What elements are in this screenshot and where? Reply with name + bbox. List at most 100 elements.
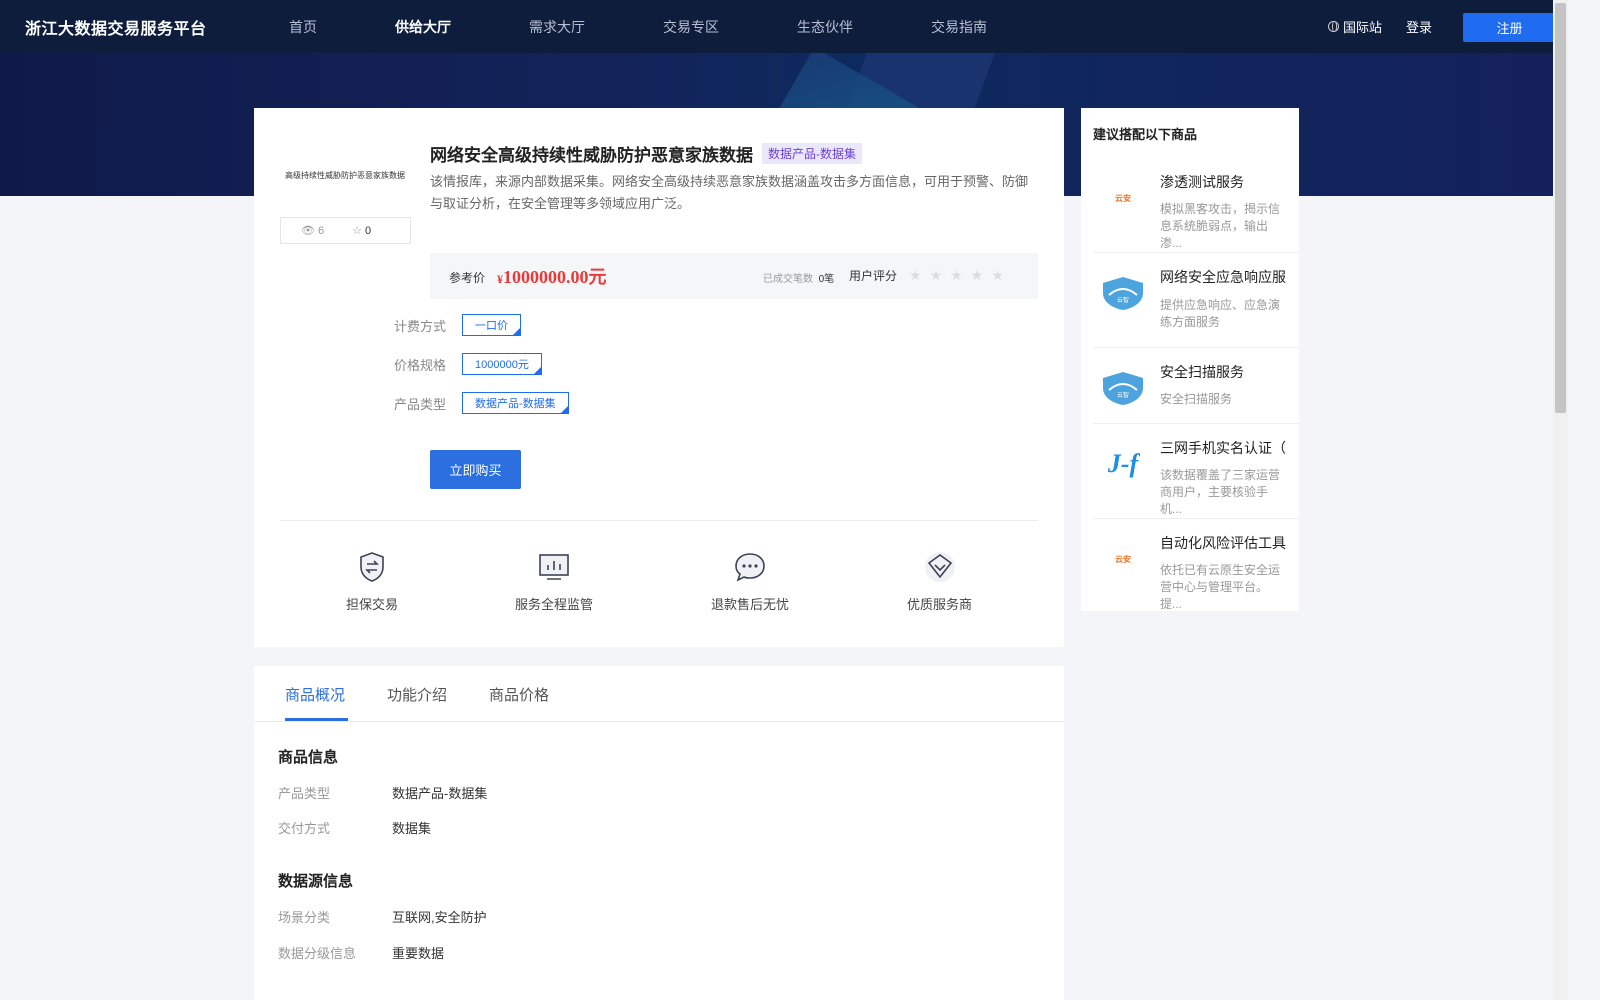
feature-label: 担保交易 bbox=[346, 597, 399, 612]
recommended-item[interactable]: 云智 网络安全应急响应服 提供应急响应、应急演练方面服务 bbox=[1093, 253, 1299, 348]
page-scrollbar[interactable] bbox=[1553, 0, 1568, 1000]
price-spec-row: 价格规格 1000000元 bbox=[394, 353, 542, 375]
product-title: 网络安全高级持续性威胁防护恶意家族数据 数据产品-数据集 bbox=[430, 141, 862, 166]
nav-demand-hall[interactable]: 需求大厅 bbox=[529, 17, 585, 37]
register-button[interactable]: 注册 bbox=[1463, 13, 1556, 42]
product-type-label: 产品类型 bbox=[394, 396, 447, 412]
diamond-badge-icon bbox=[923, 550, 957, 584]
price-spec-label: 价格规格 bbox=[394, 357, 447, 373]
nav-supply-hall[interactable]: 供给大厅 bbox=[395, 17, 451, 37]
recommended-item[interactable]: 云智 安全扫描服务 安全扫描服务 bbox=[1093, 348, 1299, 424]
chat-bubble-icon bbox=[733, 550, 767, 584]
recommended-title: 建议搭配以下商品 bbox=[1093, 127, 1198, 142]
recommended-item-name[interactable]: 网络安全应急响应服 bbox=[1160, 268, 1290, 286]
recommended-item[interactable]: J-f 三网手机实名认证（ 该数据覆盖了三家运营商用户，主要核验手机... bbox=[1093, 424, 1299, 519]
deal-count-label: 已成交笔数 bbox=[763, 274, 813, 285]
recommended-item-name[interactable]: 渗透测试服务 bbox=[1160, 173, 1290, 191]
vendor-logo: 云智 bbox=[1097, 368, 1149, 408]
divider bbox=[280, 520, 1038, 521]
globe-icon bbox=[1328, 21, 1339, 32]
billing-method-label: 计费方式 bbox=[394, 318, 447, 334]
svg-text:云智: 云智 bbox=[1117, 391, 1129, 399]
tab-pricing[interactable]: 商品价格 bbox=[489, 684, 549, 705]
info-value: 互联网,安全防护 bbox=[392, 910, 487, 925]
recommended-item-desc: 模拟黑客攻击，揭示信息系统脆弱点，输出渗... bbox=[1160, 202, 1281, 250]
scrollbar-thumb[interactable] bbox=[1555, 3, 1566, 413]
view-count: 6 bbox=[317, 224, 325, 237]
info-key: 场景分类 bbox=[278, 910, 331, 925]
monitor-chart-icon bbox=[537, 550, 571, 584]
recommended-item-desc: 该数据覆盖了三家运营商用户，主要核验手机... bbox=[1160, 468, 1281, 516]
product-thumbnail: 高级持续性威胁防护恶意家族数据 bbox=[280, 130, 410, 220]
feature-quality-provider: 优质服务商 bbox=[907, 550, 972, 613]
international-site-label: 国际站 bbox=[1343, 20, 1383, 35]
top-navigation-bar: 浙江大数据交易服务平台 首页 供给大厅 需求大厅 交易专区 生态伙伴 交易指南 … bbox=[0, 0, 1556, 53]
recommended-item-desc: 提供应急响应、应急演练方面服务 bbox=[1160, 298, 1281, 329]
recommended-item[interactable]: 云安 渗透测试服务 模拟黑客攻击，揭示信息系统脆弱点，输出渗... bbox=[1093, 158, 1299, 253]
source-info-title: 数据源信息 bbox=[278, 873, 354, 890]
info-key: 产品类型 bbox=[278, 786, 331, 801]
star-outline-icon[interactable]: ☆ bbox=[352, 224, 362, 237]
svg-text:云智: 云智 bbox=[1117, 296, 1129, 304]
buy-now-button[interactable]: 立即购买 bbox=[430, 450, 521, 489]
price-value: 1000000.00元 bbox=[503, 267, 607, 287]
product-title-text: 网络安全高级持续性威胁防护恶意家族数据 bbox=[430, 146, 753, 165]
tab-overview[interactable]: 商品概况 bbox=[285, 684, 345, 705]
reference-price-label: 参考价 bbox=[449, 271, 486, 285]
nav-trade-guide[interactable]: 交易指南 bbox=[931, 17, 987, 37]
vendor-logo: 云智 bbox=[1097, 273, 1149, 313]
eye-icon: 👁︎ bbox=[301, 225, 315, 237]
feature-guaranteed-trade: 担保交易 bbox=[346, 550, 398, 613]
reference-price: ¥1000000.00元 bbox=[497, 263, 607, 289]
deal-count-value: 0笔 bbox=[818, 274, 835, 285]
recommended-item-desc: 安全扫描服务 bbox=[1160, 392, 1233, 406]
info-key: 数据分级信息 bbox=[278, 946, 357, 961]
recommended-products: 建议搭配以下商品 云安 渗透测试服务 模拟黑客攻击，揭示信息系统脆弱点，输出渗.… bbox=[1081, 108, 1299, 611]
price-spec-option[interactable]: 1000000元 bbox=[462, 353, 542, 375]
billing-method-row: 计费方式 一口价 bbox=[394, 314, 521, 336]
feature-full-supervision: 服务全程监管 bbox=[515, 550, 593, 613]
feature-label: 退款售后无忧 bbox=[711, 597, 790, 612]
tab-features[interactable]: 功能介绍 bbox=[387, 684, 447, 705]
vendor-logo: J-f bbox=[1107, 449, 1139, 478]
detail-tabs: 商品概况 功能介绍 商品价格 bbox=[254, 666, 1064, 722]
info-value: 数据集 bbox=[392, 821, 432, 836]
active-tab-indicator bbox=[285, 718, 348, 721]
nav-trade-zone[interactable]: 交易专区 bbox=[663, 17, 719, 37]
vendor-logo: 云安 bbox=[1115, 554, 1131, 564]
info-value: 重要数据 bbox=[392, 946, 445, 961]
user-rating: 用户评分 ★★★★★ bbox=[849, 267, 1012, 284]
nav-partners[interactable]: 生态伙伴 bbox=[797, 17, 853, 37]
product-stats: 👁︎ 6 ☆ 0 bbox=[280, 217, 411, 244]
info-key: 交付方式 bbox=[278, 821, 331, 836]
billing-method-option[interactable]: 一口价 bbox=[462, 314, 521, 336]
recommended-item-desc: 依托已有云原生安全运营中心与管理平台。提... bbox=[1160, 563, 1281, 611]
recommended-item[interactable]: 云安 自动化风险评估工具 依托已有云原生安全运营中心与管理平台。提... bbox=[1093, 519, 1299, 611]
vendor-logo: 云安 bbox=[1115, 193, 1131, 203]
recommended-item-name[interactable]: 自动化风险评估工具 bbox=[1160, 534, 1290, 552]
nav-home[interactable]: 首页 bbox=[289, 17, 317, 37]
product-info-title: 商品信息 bbox=[278, 749, 339, 766]
international-site-link[interactable]: 国际站 bbox=[1328, 17, 1382, 36]
info-value: 数据产品-数据集 bbox=[392, 786, 488, 801]
feature-label: 服务全程监管 bbox=[515, 597, 594, 612]
price-box: 参考价 ¥1000000.00元 已成交笔数 0笔 用户评分 ★★★★★ bbox=[430, 253, 1038, 299]
favorite-count: 0 bbox=[364, 224, 372, 237]
login-link[interactable]: 登录 bbox=[1406, 17, 1432, 36]
product-type-row: 产品类型 数据产品-数据集 bbox=[394, 392, 569, 414]
feature-refund-assurance: 退款售后无忧 bbox=[711, 550, 789, 613]
product-type-option[interactable]: 数据产品-数据集 bbox=[462, 392, 569, 414]
shield-exchange-icon bbox=[355, 550, 389, 584]
product-detail-panel: 商品概况 功能介绍 商品价格 商品信息 产品类型 数据产品-数据集 交付方式 数… bbox=[254, 666, 1064, 1000]
product-description: 该情报库，来源内部数据采集。网络安全高级持续恶意家族数据涵盖攻击多方面信息，可用… bbox=[430, 174, 1029, 211]
main-nav: 首页 供给大厅 需求大厅 交易专区 生态伙伴 交易指南 bbox=[289, 0, 1065, 53]
recommended-item-name[interactable]: 三网手机实名认证（ bbox=[1160, 439, 1290, 457]
rating-stars-icon: ★★★★★ bbox=[909, 267, 1012, 283]
site-logo[interactable]: 浙江大数据交易服务平台 bbox=[25, 15, 207, 39]
info-row: 数据分级信息 重要数据 bbox=[278, 943, 444, 962]
feature-label: 优质服务商 bbox=[907, 597, 973, 612]
user-rating-label: 用户评分 bbox=[849, 269, 898, 283]
recommended-item-name[interactable]: 安全扫描服务 bbox=[1160, 363, 1290, 381]
info-row: 产品类型 数据产品-数据集 bbox=[278, 783, 487, 802]
info-row: 交付方式 数据集 bbox=[278, 818, 431, 837]
